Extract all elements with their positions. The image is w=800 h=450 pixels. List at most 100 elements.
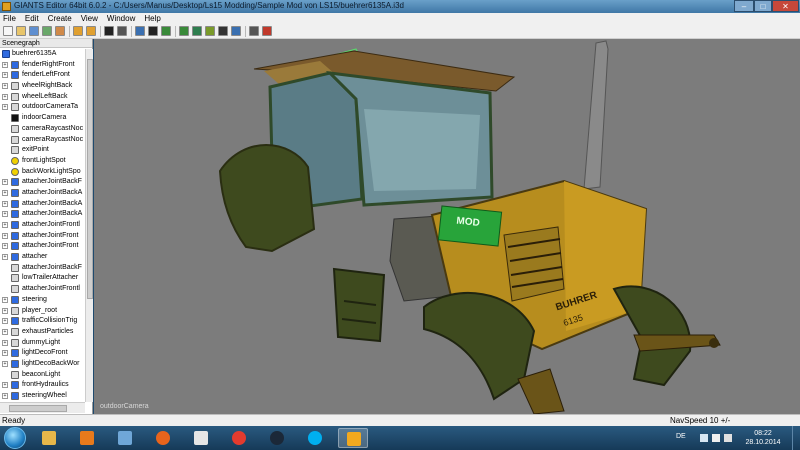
save-icon[interactable]: [29, 26, 39, 36]
taskbar-app[interactable]: [72, 428, 102, 448]
start-button[interactable]: [4, 427, 26, 449]
clock[interactable]: 08:22 28.10.2014: [740, 429, 786, 447]
translate-icon[interactable]: [148, 26, 158, 36]
undo-icon[interactable]: [73, 26, 83, 36]
tree-node[interactable]: + attacher: [0, 252, 85, 263]
expand-icon[interactable]: +: [2, 61, 8, 68]
volume-icon[interactable]: [724, 434, 732, 442]
snap-icon[interactable]: [218, 26, 228, 36]
grid-icon[interactable]: [231, 26, 241, 36]
taskbar-app[interactable]: [300, 428, 330, 448]
expand-icon[interactable]: +: [2, 339, 8, 346]
tree-node[interactable]: + frontHydraulics: [0, 380, 85, 391]
menu-window[interactable]: Window: [107, 14, 135, 23]
scenegraph-vertical-scrollbar[interactable]: [85, 49, 93, 402]
tree-node[interactable]: + trafficCollisionTrig: [0, 316, 85, 327]
tree-node[interactable]: + wheelLeftBack: [0, 92, 85, 103]
tree-node[interactable]: lowTrailerAttacher: [0, 273, 85, 284]
maximize-button[interactable]: □: [754, 0, 772, 12]
taskbar-app[interactable]: [34, 428, 64, 448]
scale-icon[interactable]: [179, 26, 189, 36]
open-icon[interactable]: [16, 26, 26, 36]
taskbar-app[interactable]: [224, 428, 254, 448]
tree-node[interactable]: exitPoint: [0, 145, 85, 156]
expand-icon[interactable]: +: [2, 211, 8, 218]
tree-node[interactable]: attacherJointFrontl: [0, 284, 85, 295]
scenegraph-tree[interactable]: buehrer6135A + fenderRightFront + fenderLef…: [0, 49, 85, 402]
tree-node[interactable]: + attacherJointFront: [0, 241, 85, 252]
tree-node[interactable]: + fenderRightFront: [0, 60, 85, 71]
tree-node[interactable]: beaconLight: [0, 370, 85, 381]
close-button[interactable]: ✕: [772, 0, 799, 12]
expand-icon[interactable]: +: [2, 93, 8, 100]
stop-icon[interactable]: [117, 26, 127, 36]
tree-node[interactable]: + attacherJointFrontl: [0, 220, 85, 231]
menu-help[interactable]: Help: [144, 14, 160, 23]
flag-icon[interactable]: [712, 434, 720, 442]
3d-viewport[interactable]: MOD BUHRER 6135 outdoorCamera: [94, 39, 800, 414]
expand-icon[interactable]: +: [2, 232, 8, 239]
paint-icon[interactable]: [205, 26, 215, 36]
language-indicator[interactable]: DE: [676, 433, 686, 440]
show-desktop-button[interactable]: [792, 426, 800, 450]
expand-icon[interactable]: +: [2, 83, 8, 90]
tree-node[interactable]: + attacherJointBackA: [0, 199, 85, 210]
menu-edit[interactable]: Edit: [25, 14, 39, 23]
new-icon[interactable]: [3, 26, 13, 36]
scenegraph-horizontal-thumb[interactable]: [9, 405, 67, 412]
menu-view[interactable]: View: [81, 14, 98, 23]
expand-icon[interactable]: +: [2, 382, 8, 389]
tree-node[interactable]: backWorkLightSpo: [0, 167, 85, 178]
expand-icon[interactable]: +: [2, 104, 8, 111]
expand-icon[interactable]: +: [2, 189, 8, 196]
select-icon[interactable]: [135, 26, 145, 36]
settings-icon[interactable]: [249, 26, 259, 36]
tree-node[interactable]: cameraRaycastNoc: [0, 124, 85, 135]
terrain-icon[interactable]: [192, 26, 202, 36]
expand-icon[interactable]: +: [2, 200, 8, 207]
expand-icon[interactable]: +: [2, 350, 8, 357]
tree-node[interactable]: cameraRaycastNoc: [0, 135, 85, 146]
taskbar-app[interactable]: [262, 428, 292, 448]
tree-node[interactable]: + outdoorCameraTa: [0, 102, 85, 113]
expand-icon[interactable]: +: [2, 222, 8, 228]
tree-node[interactable]: frontLightSpot: [0, 156, 85, 167]
expand-icon[interactable]: +: [2, 318, 8, 325]
taskbar-app[interactable]: [338, 428, 368, 448]
tree-node[interactable]: + attacherJointBackA: [0, 209, 85, 220]
expand-icon[interactable]: +: [2, 179, 8, 186]
tree-node[interactable]: + steering: [0, 295, 85, 306]
network-icon[interactable]: [700, 434, 708, 442]
taskbar-app[interactable]: [148, 428, 178, 448]
import-icon[interactable]: [42, 26, 52, 36]
menu-file[interactable]: File: [3, 14, 16, 23]
export-icon[interactable]: [55, 26, 65, 36]
expand-icon[interactable]: +: [2, 72, 8, 79]
play-icon[interactable]: [104, 26, 114, 36]
tree-node[interactable]: + wheelRightBack: [0, 81, 85, 92]
tree-root[interactable]: buehrer6135A: [0, 49, 85, 60]
expand-icon[interactable]: +: [2, 393, 8, 399]
scenegraph-vertical-thumb[interactable]: [87, 59, 93, 299]
tree-node[interactable]: + player_root: [0, 306, 85, 317]
menu-create[interactable]: Create: [48, 14, 72, 23]
help-icon[interactable]: [262, 26, 272, 36]
tree-node[interactable]: indoorCamera: [0, 113, 85, 124]
expand-icon[interactable]: +: [2, 307, 8, 314]
tree-node[interactable]: + lightDecoBackWor: [0, 359, 85, 370]
tree-node[interactable]: + attacherJointBackA: [0, 188, 85, 199]
tree-node[interactable]: + steeringWheel: [0, 391, 85, 402]
expand-icon[interactable]: +: [2, 296, 8, 303]
tree-node[interactable]: + attacherJointFront: [0, 231, 85, 242]
rotate-icon[interactable]: [161, 26, 171, 36]
tree-node[interactable]: + attacherJointBackF: [0, 177, 85, 188]
scenegraph-horizontal-scrollbar[interactable]: [0, 402, 85, 413]
tree-node[interactable]: attacherJointBackF: [0, 263, 85, 274]
taskbar-app[interactable]: [186, 428, 216, 448]
tree-node[interactable]: + exhaustParticles: [0, 327, 85, 338]
expand-icon[interactable]: +: [2, 328, 8, 335]
expand-icon[interactable]: +: [2, 360, 8, 367]
tree-node[interactable]: + lightDecoFront: [0, 348, 85, 359]
minimize-button[interactable]: –: [734, 0, 754, 12]
taskbar-app[interactable]: [110, 428, 140, 448]
